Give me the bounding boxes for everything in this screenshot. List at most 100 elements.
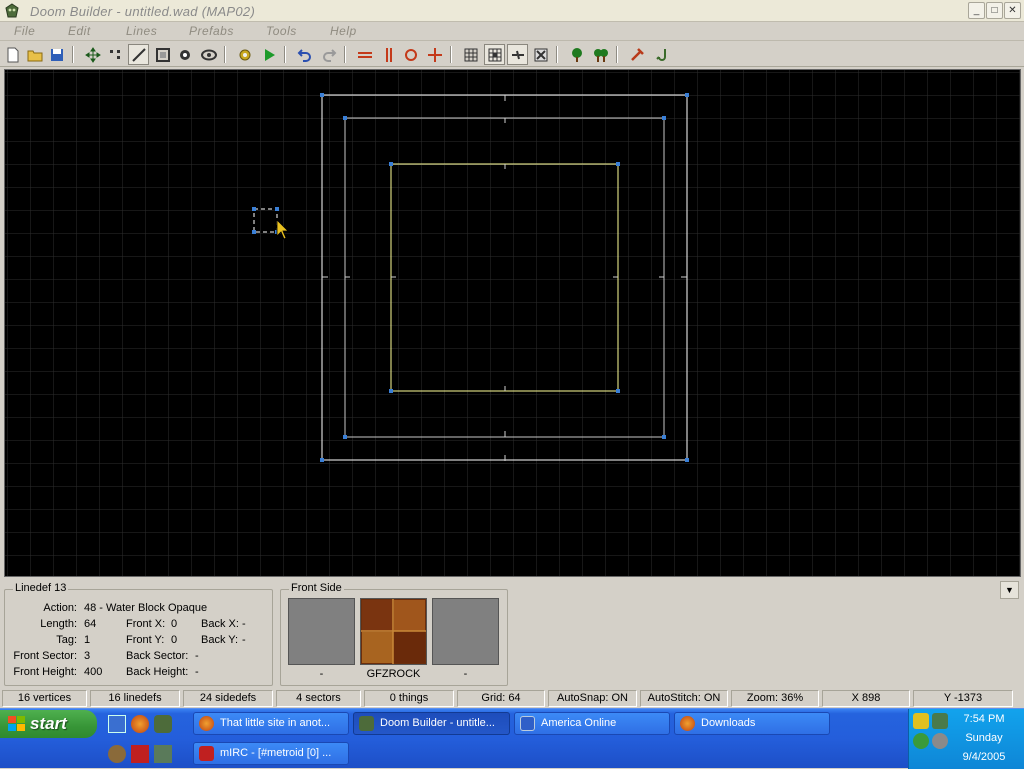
windows-logo-icon <box>8 716 25 731</box>
save-icon[interactable] <box>46 44 67 65</box>
close-button[interactable]: ✕ <box>1004 2 1021 19</box>
tree-icon[interactable] <box>566 44 587 65</box>
menu-lines[interactable]: Lines <box>126 24 157 38</box>
stitch-icon[interactable] <box>507 44 528 65</box>
front-side-group: Front Side - GFZROCK - <box>280 582 508 686</box>
status-sidedefs: 24 sidedefs <box>183 690 273 707</box>
zoom-fit-icon[interactable] <box>530 44 551 65</box>
things-mode-icon[interactable] <box>174 44 195 65</box>
quicklaunch-app-icon[interactable] <box>108 745 126 763</box>
toolbar-separator <box>616 46 618 63</box>
redo-icon[interactable] <box>318 44 339 65</box>
toolbar-separator <box>556 46 558 63</box>
toolbar <box>0 42 1024 67</box>
action-label: Action: <box>43 602 77 614</box>
clock-time[interactable]: 7:54 PM <box>949 713 1019 725</box>
back-y-label: Back Y: <box>201 634 239 646</box>
tray-network-icon[interactable] <box>913 733 929 749</box>
test-map-icon[interactable] <box>258 44 279 65</box>
menu-prefabs[interactable]: Prefabs <box>189 24 234 38</box>
firefox-icon <box>680 716 695 731</box>
back-sector-value: - <box>195 650 199 662</box>
vertex-mode-icon[interactable] <box>104 44 125 65</box>
trees-icon[interactable] <box>590 44 611 65</box>
task-downloads[interactable]: Downloads <box>674 712 830 735</box>
task-label: Downloads <box>701 717 756 729</box>
flip-vertical-icon[interactable] <box>378 44 399 65</box>
check-icon[interactable] <box>650 44 671 65</box>
tray-volume-icon[interactable] <box>932 733 948 749</box>
front-side-title: Front Side <box>289 582 344 594</box>
undo-icon[interactable] <box>294 44 315 65</box>
map-canvas[interactable] <box>4 69 1021 577</box>
clock-date: 9/4/2005 <box>962 751 1006 763</box>
status-things: 0 things <box>364 690 454 707</box>
test-map-settings-icon[interactable] <box>234 44 255 65</box>
hammer-icon[interactable] <box>626 44 647 65</box>
move-mode-icon[interactable] <box>82 44 103 65</box>
chevron-down-icon: ▼ <box>1005 585 1014 595</box>
menu-file[interactable]: File <box>14 24 35 38</box>
front-y-label: Front Y: <box>126 634 165 646</box>
lines-mode-icon[interactable] <box>128 44 149 65</box>
upper-texture-preview[interactable] <box>288 598 355 665</box>
minimize-button[interactable]: _ <box>968 2 985 19</box>
doom-builder-icon <box>359 716 374 731</box>
back-height-label: Back Height: <box>126 666 189 678</box>
quicklaunch-firefox-icon[interactable] <box>131 715 149 733</box>
status-vertices: 16 vertices <box>2 690 87 707</box>
snap-grid-icon[interactable] <box>484 44 505 65</box>
linedef-info-title: Linedef 13 <box>13 582 69 594</box>
windows-taskbar: start That little site in anot... Doom B… <box>0 708 1024 769</box>
task-mirc[interactable]: mIRC - [#metroid [0] ... <box>193 742 349 765</box>
back-x-label: Back X: <box>201 618 239 630</box>
task-doom-builder[interactable]: Doom Builder - untitle... <box>353 712 510 735</box>
quicklaunch-mirc-icon[interactable] <box>131 745 149 763</box>
start-button[interactable]: start <box>0 710 97 738</box>
3d-mode-icon[interactable] <box>198 44 219 65</box>
map-drawing[interactable] <box>5 70 1020 576</box>
quicklaunch-desktop-icon[interactable] <box>108 715 126 733</box>
tray-hand-icon[interactable] <box>913 713 929 729</box>
grid-icon[interactable] <box>460 44 481 65</box>
linedef-info-group: Linedef 13 Action: 48 - Water Block Opaq… <box>4 582 273 686</box>
front-sector-value: 3 <box>84 650 91 662</box>
menu-edit[interactable]: Edit <box>68 24 91 38</box>
task-label: mIRC - [#metroid [0] ... <box>220 747 332 759</box>
task-america-online[interactable]: America Online <box>514 712 670 735</box>
firefox-icon <box>199 716 214 731</box>
back-x-value: - <box>242 618 246 630</box>
flip-lines-icon[interactable] <box>354 44 375 65</box>
quicklaunch-doom-builder-icon[interactable] <box>154 715 172 733</box>
rotate-icon[interactable] <box>400 44 421 65</box>
front-sector-label: Front Sector: <box>13 650 77 662</box>
middle-texture-preview[interactable] <box>360 598 427 665</box>
lower-texture-name: - <box>463 668 468 680</box>
new-map-icon[interactable] <box>2 44 23 65</box>
toolbar-separator <box>72 46 74 63</box>
sectors-mode-icon[interactable] <box>152 44 173 65</box>
quicklaunch-winamp-icon[interactable] <box>154 745 172 763</box>
panel-dropdown-button[interactable]: ▼ <box>1000 581 1019 599</box>
info-panel: Linedef 13 Action: 48 - Water Block Opaq… <box>0 580 1024 688</box>
open-icon[interactable] <box>24 44 45 65</box>
front-x-label: Front X: <box>126 618 166 630</box>
task-firefox[interactable]: That little site in anot... <box>193 712 349 735</box>
lower-texture-preview[interactable] <box>432 598 499 665</box>
length-value: 64 <box>84 618 97 630</box>
menu-help[interactable]: Help <box>330 24 357 38</box>
task-label: That little site in anot... <box>220 717 331 729</box>
title-bar: Doom Builder - untitled.wad (MAP02) _ □ … <box>0 0 1024 22</box>
status-autosnap: AutoSnap: ON <box>548 690 637 707</box>
status-grid: Grid: 64 <box>457 690 545 707</box>
toolbar-separator <box>224 46 226 63</box>
maximize-button[interactable]: □ <box>986 2 1003 19</box>
upper-texture-name: - <box>319 668 324 680</box>
menu-tools[interactable]: Tools <box>266 24 297 38</box>
tray-app-icon[interactable] <box>932 713 948 729</box>
scale-icon[interactable] <box>424 44 445 65</box>
status-y-coordinate: Y -1373 <box>913 690 1013 707</box>
mirc-icon <box>199 746 214 761</box>
back-sector-label: Back Sector: <box>126 650 189 662</box>
back-y-value: - <box>242 634 246 646</box>
